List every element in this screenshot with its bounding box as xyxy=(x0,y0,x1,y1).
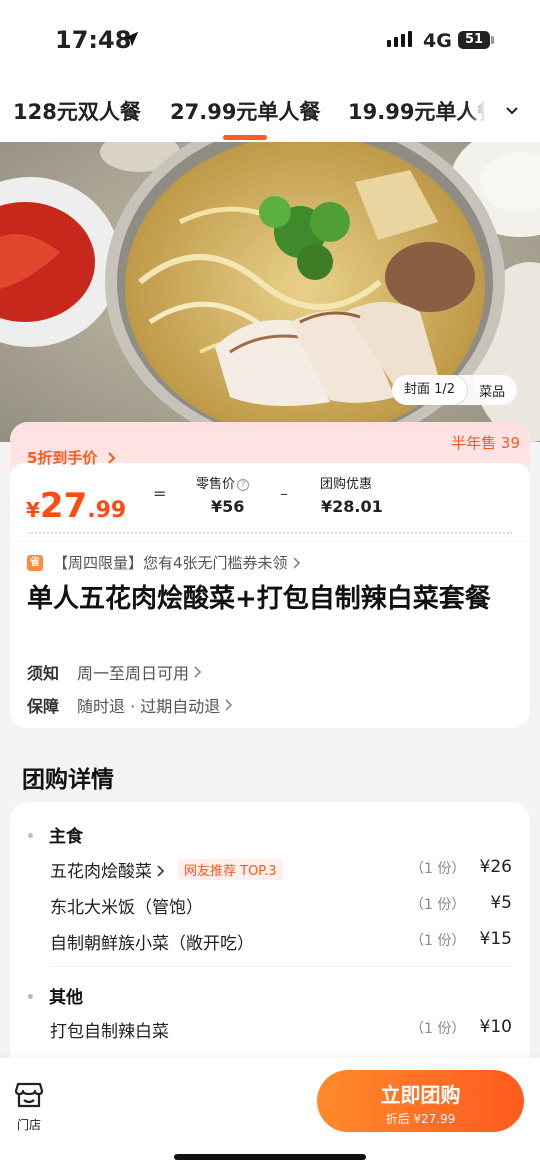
bullet-dot xyxy=(28,833,33,838)
tab-double-meal[interactable]: 128元双人餐 xyxy=(13,96,141,126)
battery-icon: 51 xyxy=(458,31,490,49)
list-item[interactable]: 五花肉烩酸菜 网友推荐 TOP.3 （1 份） ¥26 xyxy=(50,854,512,884)
group-name: 其他 xyxy=(49,988,83,1008)
price-card: 半年售 39 5折到手价 ¥27.99 = 零售价? ¥56 – 团购优惠 ¥2… xyxy=(10,422,530,728)
coupon-notice-text: 【周四限量】您有4张无门槛券未领 xyxy=(53,554,288,572)
deal-details-card: 主食 五花肉烩酸菜 网友推荐 TOP.3 （1 份） ¥26 东北大米饭（管饱） … xyxy=(10,802,530,1082)
store-button[interactable]: 门店 xyxy=(14,1082,44,1133)
tabs-expand-button[interactable] xyxy=(484,80,540,142)
item-name: 东北大米饭（管饱） xyxy=(50,898,203,918)
chevron-right-icon xyxy=(107,452,116,464)
store-label: 门店 xyxy=(16,1118,41,1132)
coupon-notice[interactable]: 省 【周四限量】您有4张无门槛券未领 xyxy=(27,552,302,573)
status-time: 17:48 xyxy=(55,26,132,54)
item-price: ¥10 xyxy=(479,1017,512,1037)
network-type: 4G xyxy=(423,30,452,52)
recommend-tag: 网友推荐 TOP.3 xyxy=(178,859,283,880)
tab-single-meal-1999[interactable]: 19.99元单人餐 xyxy=(348,96,498,126)
save-badge-icon: 省 xyxy=(27,554,43,571)
item-qty: （1 份） xyxy=(410,861,466,877)
status-bar: 17:48 4G 51 xyxy=(0,0,540,80)
item-name-text: 五花肉烩酸菜 xyxy=(50,862,152,882)
deal-title: 单人五花肉烩酸菜+打包自制辣白菜套餐 xyxy=(27,584,491,614)
bottom-action-bar: 门店 立即团购 折后 ¥27.99 xyxy=(0,1058,540,1171)
battery-cap xyxy=(491,36,494,44)
retail-price-label: 零售价? xyxy=(196,473,250,492)
item-qty: （1 份） xyxy=(410,897,466,913)
final-price: ¥27.99 xyxy=(26,486,126,526)
tab-single-meal-2799[interactable]: 27.99元单人餐 xyxy=(170,96,320,140)
group-discount-label: 团购优惠 xyxy=(320,477,373,492)
item-name: 打包自制辣白菜 xyxy=(50,1022,169,1042)
chevron-right-icon xyxy=(225,699,233,711)
retail-price-value: ¥56 xyxy=(211,497,245,516)
cover-toggle[interactable]: 封面 1/2 xyxy=(392,375,468,405)
minus-sign: – xyxy=(280,484,288,503)
chevron-down-icon xyxy=(506,107,518,115)
image-toggle[interactable]: 封面 1/2 菜品 xyxy=(392,375,518,405)
chevron-right-icon xyxy=(292,556,300,569)
cellular-signal-icon xyxy=(387,31,412,47)
discount-price-link[interactable]: 5折到手价 xyxy=(27,447,117,468)
list-item: 自制朝鲜族小菜（敞开吃） （1 份） ¥15 xyxy=(50,926,512,956)
list-item: 打包自制辣白菜 （1 份） ¥10 xyxy=(50,1014,512,1044)
guarantee-key: 保障 xyxy=(27,697,60,716)
item-price: ¥5 xyxy=(490,893,512,913)
discount-price-label: 5折到手价 xyxy=(27,449,98,467)
store-icon xyxy=(14,1082,44,1108)
list-item: 东北大米饭（管饱） （1 份） ¥5 xyxy=(50,890,512,920)
final-price-decimal: .99 xyxy=(87,498,127,523)
home-indicator xyxy=(174,1154,366,1160)
buy-now-subtext: 折后 ¥27.99 xyxy=(385,1112,456,1126)
bullet-dot xyxy=(28,994,33,999)
half-year-sales: 半年售 39 xyxy=(451,434,520,452)
help-icon[interactable]: ? xyxy=(237,479,250,491)
item-name: 自制朝鲜族小菜（敞开吃） xyxy=(50,934,254,954)
guarantee-value: 随时退 · 过期自动退 xyxy=(77,697,221,716)
item-qty: （1 份） xyxy=(410,1021,466,1037)
usage-notice-row[interactable]: 须知 周一至周日可用 xyxy=(27,660,203,684)
dishes-toggle[interactable]: 菜品 xyxy=(467,381,517,400)
group-divider xyxy=(50,966,512,967)
section-title-details: 团购详情 xyxy=(22,767,114,793)
group-name: 主食 xyxy=(49,827,83,847)
retail-price-label-text: 零售价 xyxy=(196,477,236,492)
buy-now-label: 立即团购 xyxy=(380,1083,461,1107)
item-name: 五花肉烩酸菜 网友推荐 TOP.3 xyxy=(50,857,283,882)
chevron-right-icon xyxy=(157,865,165,877)
final-price-currency: ¥ xyxy=(26,498,40,522)
item-price: ¥26 xyxy=(479,857,512,877)
location-arrow-icon xyxy=(123,31,139,47)
usage-notice-key: 须知 xyxy=(27,664,60,683)
group-header-other: 其他 xyxy=(28,983,83,1008)
equals-sign: = xyxy=(153,484,167,503)
item-qty: （1 份） xyxy=(410,933,466,949)
buy-now-button[interactable]: 立即团购 折后 ¥27.99 xyxy=(317,1070,524,1132)
chevron-right-icon xyxy=(194,666,202,678)
divider xyxy=(28,532,512,534)
guarantee-row[interactable]: 保障 随时退 · 过期自动退 xyxy=(27,693,234,717)
package-tabs: 128元双人餐 27.99元单人餐 19.99元单人餐 xyxy=(0,80,540,142)
usage-notice-value: 周一至周日可用 xyxy=(77,664,190,683)
final-price-integer: 27 xyxy=(39,486,88,526)
group-discount-value: ¥28.01 xyxy=(321,497,383,516)
item-price: ¥15 xyxy=(479,929,512,949)
group-header-main: 主食 xyxy=(28,822,83,847)
